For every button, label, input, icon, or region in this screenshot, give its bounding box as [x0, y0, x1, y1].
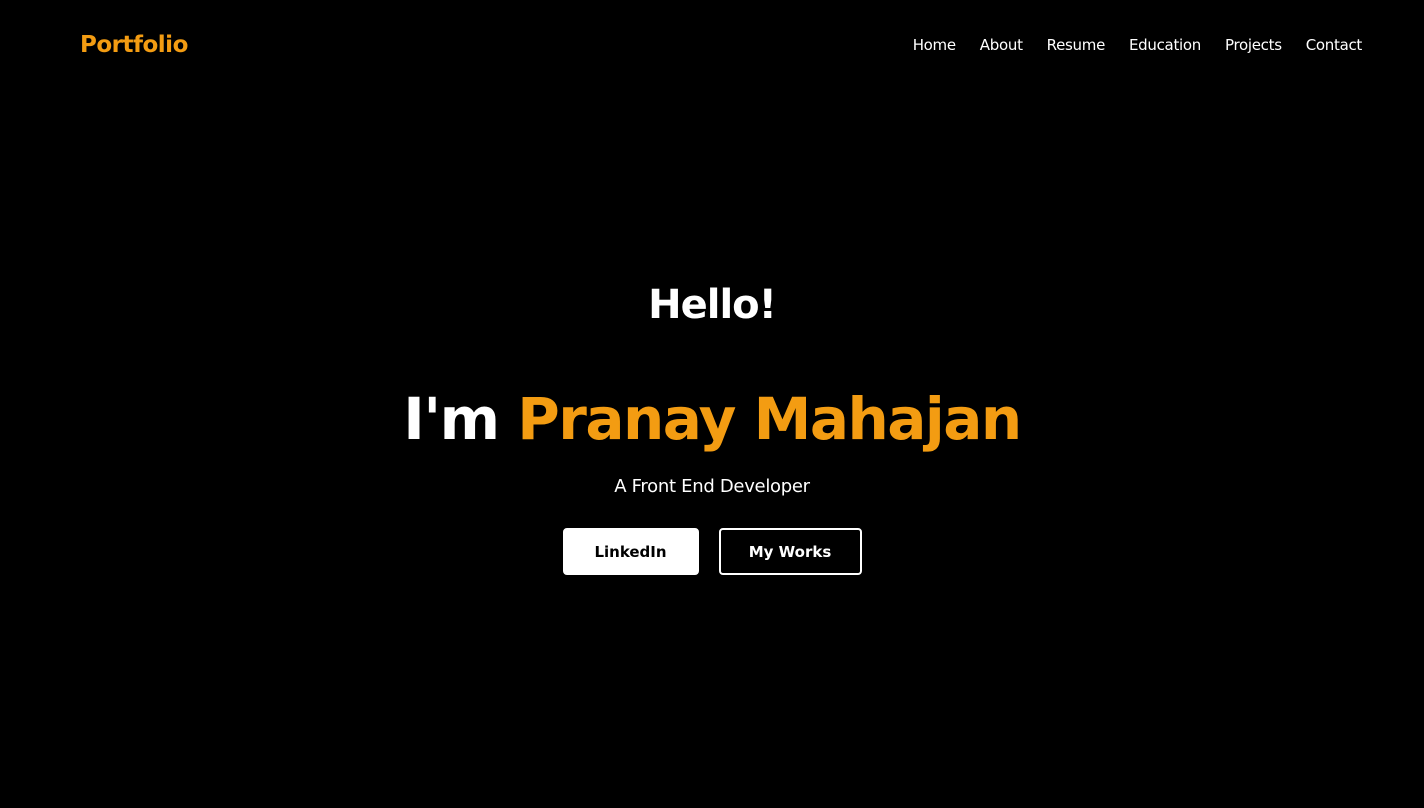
- nav-link-projects[interactable]: Projects: [1225, 35, 1282, 55]
- hero-name-prefix: I'm: [403, 385, 500, 453]
- linkedin-button[interactable]: LinkedIn: [562, 528, 699, 575]
- nav-menu: Home About Resume Education Projects Con…: [913, 35, 1363, 55]
- nav-link-education[interactable]: Education: [1129, 35, 1201, 55]
- navbar: Portfolio Home About Resume Education Pr…: [0, 0, 1424, 90]
- my-works-button[interactable]: My Works: [718, 528, 862, 575]
- page: Portfolio Home About Resume Education Pr…: [0, 0, 1424, 808]
- nav-link-about[interactable]: About: [980, 35, 1023, 55]
- hero-tagline: A Front End Developer: [614, 476, 810, 497]
- hero-section: Hello! I'm Pranay Mahajan A Front End De…: [0, 270, 1424, 575]
- hero-greeting: Hello!: [648, 282, 777, 328]
- hero-buttons: LinkedIn My Works: [0, 528, 1424, 575]
- nav-link-home[interactable]: Home: [913, 35, 956, 55]
- brand-logo[interactable]: Portfolio: [80, 30, 188, 60]
- hero-name: Pranay Mahajan: [517, 385, 1022, 453]
- hero-name-heading: I'm Pranay Mahajan: [0, 385, 1424, 453]
- nav-link-resume[interactable]: Resume: [1047, 35, 1106, 55]
- nav-link-contact[interactable]: Contact: [1306, 35, 1363, 55]
